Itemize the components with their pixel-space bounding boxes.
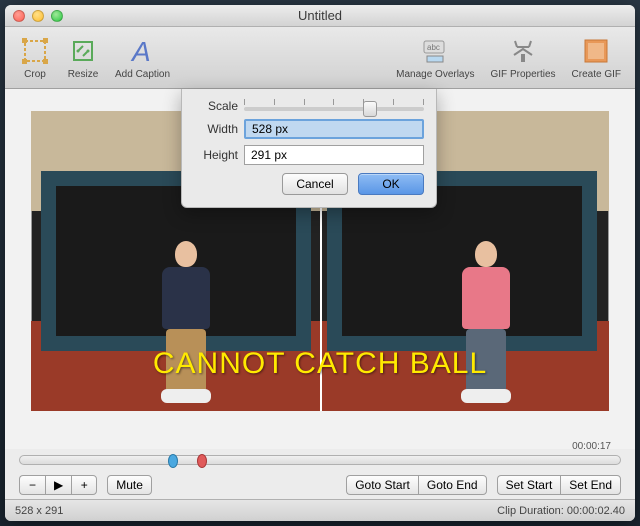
svg-text:abc: abc: [427, 43, 440, 52]
minimize-icon[interactable]: [32, 10, 44, 22]
scale-label: Scale: [194, 99, 238, 113]
step-forward-button[interactable]: +: [71, 475, 97, 495]
properties-label: GIF Properties: [491, 69, 556, 80]
step-back-button[interactable]: −: [19, 475, 45, 495]
close-icon[interactable]: [13, 10, 25, 22]
overlays-icon: abc: [419, 35, 451, 67]
zoom-icon[interactable]: [51, 10, 63, 22]
properties-icon: [507, 35, 539, 67]
overlays-label: Manage Overlays: [396, 69, 474, 80]
titlebar: Untitled: [5, 5, 635, 27]
clip-duration-value: 00:00:02.40: [567, 505, 625, 517]
play-button[interactable]: ▶: [45, 475, 71, 495]
ok-button[interactable]: OK: [358, 173, 424, 195]
resize-button[interactable]: Resize: [61, 33, 105, 82]
scale-slider[interactable]: [244, 107, 424, 111]
resize-dialog: Scale Width Height Cancel OK: [181, 89, 437, 208]
preview-caption: CANNOT CATCH BALL: [153, 347, 487, 381]
crop-label: Crop: [24, 69, 46, 80]
set-start-button[interactable]: Set Start: [497, 475, 561, 495]
clip-start-marker[interactable]: [168, 454, 178, 468]
status-dimensions: 528 x 291: [15, 505, 63, 517]
create-gif-icon: [580, 35, 612, 67]
goto-start-button[interactable]: Goto Start: [346, 475, 418, 495]
create-gif-label: Create GIF: [572, 69, 621, 80]
controls-bar: − ▶ + Mute Goto Start Goto End Set Start…: [5, 471, 635, 499]
traffic-lights: [13, 10, 63, 22]
mute-button[interactable]: Mute: [107, 475, 152, 495]
set-end-button[interactable]: Set End: [560, 475, 621, 495]
goto-end-button[interactable]: Goto End: [418, 475, 487, 495]
content-area: CANNOT CATCH BALL Scale Width Height Can…: [5, 89, 635, 449]
resize-icon: [67, 35, 99, 67]
window-title: Untitled: [298, 8, 342, 23]
slider-thumb[interactable]: [363, 101, 377, 117]
width-input[interactable]: [244, 119, 424, 139]
timeline-duration: 00:00:17: [572, 441, 611, 452]
timeline-track[interactable]: [19, 455, 621, 465]
timeline: 00:00:17: [5, 449, 635, 471]
width-label: Width: [194, 122, 238, 136]
height-label: Height: [194, 148, 238, 162]
gif-properties-button[interactable]: GIF Properties: [485, 33, 562, 82]
app-window: Untitled Crop Resize A Add Caption abc: [5, 5, 635, 521]
toolbar: Crop Resize A Add Caption abc Manage Ove…: [5, 27, 635, 89]
cancel-button[interactable]: Cancel: [282, 173, 348, 195]
clip-duration-label: Clip Duration:: [497, 505, 564, 517]
height-input[interactable]: [244, 145, 424, 165]
caption-icon: A: [127, 35, 159, 67]
crop-icon: [19, 35, 51, 67]
create-gif-button[interactable]: Create GIF: [566, 33, 627, 82]
resize-label: Resize: [68, 69, 99, 80]
clip-end-marker[interactable]: [197, 454, 207, 468]
statusbar: 528 x 291 Clip Duration: 00:00:02.40: [5, 499, 635, 521]
manage-overlays-button[interactable]: abc Manage Overlays: [390, 33, 480, 82]
crop-button[interactable]: Crop: [13, 33, 57, 82]
svg-text:A: A: [130, 37, 151, 65]
add-caption-button[interactable]: A Add Caption: [109, 33, 176, 82]
caption-label: Add Caption: [115, 69, 170, 80]
